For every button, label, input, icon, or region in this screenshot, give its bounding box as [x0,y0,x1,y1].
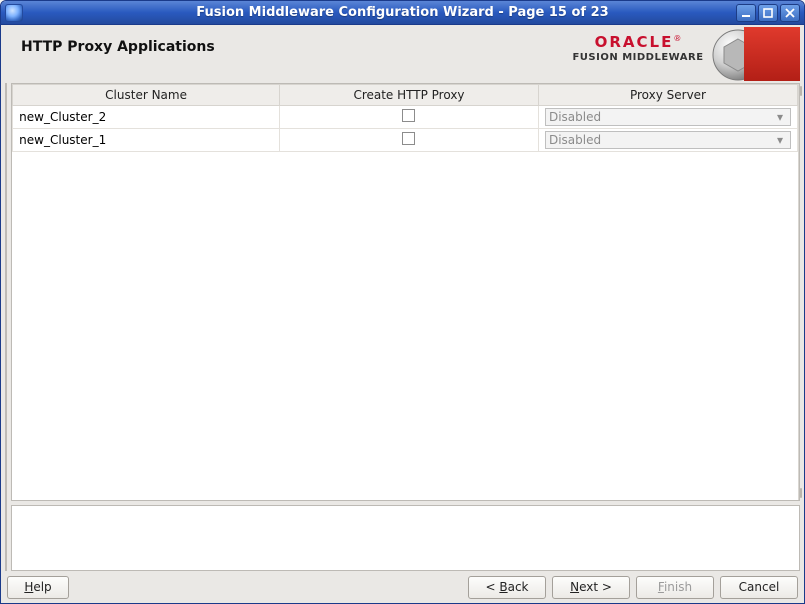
brand-block: ORACLE® FUSION MIDDLEWARE [568,27,800,81]
minimize-button[interactable] [736,4,756,22]
proxy-server-value: Disabled [549,133,601,147]
window-title: Fusion Middleware Configuration Wizard -… [196,5,608,20]
chevron-down-icon: ▾ [773,110,787,124]
brand-logo-text: ORACLE [595,33,674,51]
wizard-footer: Help < Back Next > Finish Cancel [1,575,804,603]
chevron-down-icon: ▾ [773,133,787,147]
page-title: HTTP Proxy Applications [5,27,215,79]
cell-cluster-name[interactable]: new_Cluster_1 [13,129,280,152]
wizard-window: Fusion Middleware Configuration Wizard -… [0,0,805,604]
cluster-proxy-table: Cluster Name Create HTTP Proxy Proxy Ser… [12,84,798,152]
col-header-proxy-server[interactable]: Proxy Server [538,85,797,106]
close-button[interactable] [780,4,800,22]
maximize-button[interactable] [758,4,778,22]
cell-create-proxy[interactable] [280,129,539,152]
proxy-server-value: Disabled [549,110,601,124]
window-controls [736,4,800,22]
cancel-button[interactable]: Cancel [720,576,798,599]
cell-proxy-server: Disabled ▾ [538,129,797,152]
cell-create-proxy[interactable] [280,106,539,129]
create-proxy-checkbox[interactable] [402,109,415,122]
proxy-server-dropdown: Disabled ▾ [545,131,791,149]
create-proxy-checkbox[interactable] [402,132,415,145]
cluster-proxy-table-pane: Cluster Name Create HTTP Proxy Proxy Ser… [11,83,800,501]
message-pane [11,505,800,571]
brand-red-accent [744,27,800,81]
header-row: HTTP Proxy Applications ORACLE® FUSION M… [1,25,804,79]
proxy-server-dropdown: Disabled ▾ [545,108,791,126]
table-row[interactable]: new_Cluster_2 Disabled ▾ [13,106,798,129]
table-row[interactable]: new_Cluster_1 Disabled ▾ [13,129,798,152]
cell-cluster-name[interactable]: new_Cluster_2 [13,106,280,129]
title-bar: Fusion Middleware Configuration Wizard -… [1,1,804,25]
vertical-scrollbar[interactable] [798,84,799,500]
app-icon [5,4,23,22]
cell-proxy-server: Disabled ▾ [538,106,797,129]
brand-subtitle: FUSION MIDDLEWARE [568,52,708,63]
back-button[interactable]: < Back [468,576,546,599]
col-header-create-proxy[interactable]: Create HTTP Proxy [280,85,539,106]
col-header-cluster-name[interactable]: Cluster Name [13,85,280,106]
next-button[interactable]: Next > [552,576,630,599]
registered-icon: ® [673,34,681,43]
help-button[interactable]: Help [7,576,69,599]
finish-button: Finish [636,576,714,599]
wizard-step-sidebar: Create DomainTemplatesApplication Locati… [5,83,7,571]
